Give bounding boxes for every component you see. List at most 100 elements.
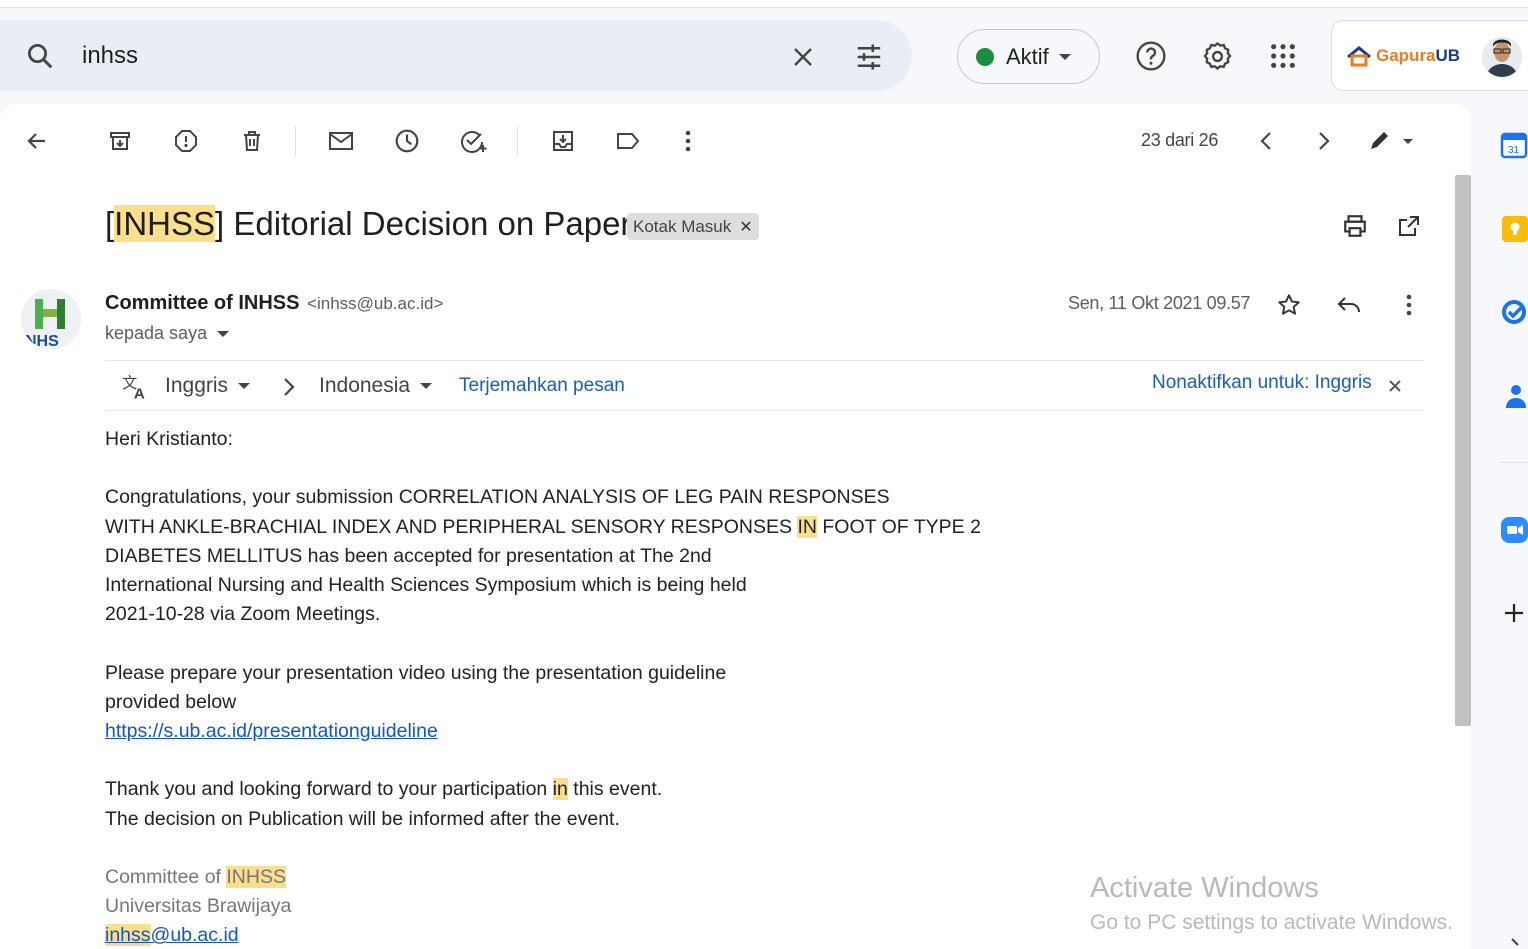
disable-translation-link[interactable]: Nonaktifkan untuk: Inggris xyxy=(1152,372,1372,394)
close-translate-icon[interactable] xyxy=(1385,376,1405,396)
scrollbar-thumb[interactable] xyxy=(1455,175,1471,726)
pager-count: 23 dari 26 xyxy=(1141,130,1219,150)
signature-text: Committee of xyxy=(105,865,227,888)
archive-icon[interactable] xyxy=(105,126,135,156)
move-to-icon[interactable] xyxy=(548,126,578,156)
remove-label-icon[interactable]: ✕ xyxy=(739,217,752,237)
target-language: Indonesia xyxy=(319,374,411,397)
body-line: Congratulations, your submission CORRELA… xyxy=(105,486,890,509)
recipient-text: kepada saya xyxy=(105,323,208,343)
top-border xyxy=(0,0,1528,8)
report-spam-icon[interactable] xyxy=(171,126,201,156)
calendar-icon[interactable]: 31 xyxy=(1499,130,1528,160)
body-line: Thank you and looking forward to your pa… xyxy=(105,775,981,804)
translate-icon: 文A xyxy=(120,372,150,402)
search-bar[interactable]: inhss xyxy=(0,20,912,91)
add-plus-icon[interactable] xyxy=(1499,598,1528,628)
label-icon[interactable] xyxy=(613,126,643,156)
inbox-label-chip: Kotak Masuk ✕ xyxy=(627,213,759,240)
toolbar-divider xyxy=(295,126,296,156)
account-switcher[interactable]: Gapura UB xyxy=(1331,20,1528,91)
body-line: provided below xyxy=(105,690,237,713)
target-language-dropdown[interactable]: Indonesia xyxy=(319,374,433,398)
side-panel-chevron-icon[interactable] xyxy=(1505,935,1525,949)
translate-message-link[interactable]: Terjemahkan pesan xyxy=(459,375,625,397)
chevron-right-icon xyxy=(279,374,299,400)
delete-trash-icon[interactable] xyxy=(237,126,267,156)
chevron-down-icon xyxy=(217,330,230,337)
search-highlight: INHSS xyxy=(226,865,286,888)
status-label: Aktif xyxy=(1006,43,1049,69)
greeting: Heri Kristianto: xyxy=(105,428,233,450)
back-arrow-icon[interactable] xyxy=(22,126,52,156)
search-icon[interactable] xyxy=(24,40,56,72)
sender-info: Committee of INHSS <inhss@ub.ac.id> xyxy=(105,292,443,315)
snooze-clock-icon[interactable] xyxy=(392,126,422,156)
message-date: Sen, 11 Okt 2021 09.57 xyxy=(1068,293,1251,313)
mark-unread-icon[interactable] xyxy=(326,126,356,156)
search-input[interactable]: inhss xyxy=(82,42,138,70)
body-line: Please prepare your presentation video u… xyxy=(105,661,727,684)
subject-bracket: [ xyxy=(105,205,115,242)
guideline-link[interactable]: https://s.ub.ac.id/presentationguideline xyxy=(105,720,438,742)
chevron-down-icon xyxy=(238,383,251,389)
brand-suffix: UB xyxy=(1435,46,1461,65)
activate-windows-title: Activate Windows xyxy=(1090,872,1319,904)
body-line: The decision on Publication will be info… xyxy=(105,807,620,830)
keep-notes-icon[interactable] xyxy=(1499,213,1528,245)
input-tools-pencil-icon[interactable] xyxy=(1365,126,1417,156)
settings-gear-icon[interactable] xyxy=(1199,38,1235,74)
organization-logo: Gapura UB xyxy=(1346,45,1460,67)
recipient-details[interactable]: kepada saya xyxy=(105,323,230,344)
user-avatar[interactable] xyxy=(1482,37,1522,77)
apps-grid-icon[interactable] xyxy=(1266,39,1300,73)
message-more-icon[interactable] xyxy=(1394,290,1424,320)
tasks-icon[interactable] xyxy=(1499,297,1528,327)
signature-line: Committee of INHSS xyxy=(105,863,981,892)
svg-text:31: 31 xyxy=(1508,145,1520,156)
sender-email: <inhss@ub.ac.id> xyxy=(307,294,444,313)
source-language: Inggris xyxy=(165,374,229,397)
chevron-down-icon xyxy=(420,383,433,389)
chevron-right-icon[interactable] xyxy=(1310,126,1338,156)
search-options-icon[interactable] xyxy=(852,40,886,74)
inbox-label-text: Kotak Masuk xyxy=(633,216,732,236)
chevron-left-icon[interactable] xyxy=(1252,126,1280,156)
star-icon[interactable] xyxy=(1274,290,1304,320)
activate-windows-subtitle: Go to PC settings to activate Windows. xyxy=(1090,911,1453,934)
search-highlight: IN xyxy=(797,515,817,538)
body-text: FOOT OF TYPE 2 xyxy=(816,515,981,538)
clear-search-icon[interactable] xyxy=(788,42,818,72)
signature-email-link[interactable]: inhss@ub.ac.id xyxy=(105,924,239,947)
brand-prefix: Gapura xyxy=(1376,46,1436,65)
source-language-dropdown[interactable]: Inggris xyxy=(165,374,251,398)
toolbar-divider xyxy=(517,126,518,156)
body-line: DIABETES MELLITUS has been accepted for … xyxy=(105,544,712,567)
zoom-icon[interactable] xyxy=(1499,514,1528,546)
print-icon[interactable] xyxy=(1340,211,1370,241)
open-new-window-icon[interactable] xyxy=(1394,211,1424,241)
subject-search-highlight: INHSS xyxy=(114,205,216,242)
contacts-icon[interactable] xyxy=(1499,380,1528,412)
body-text: Thank you and looking forward to your pa… xyxy=(105,778,553,801)
email-subject: [INHSS] Editorial Decision on Paper xyxy=(105,205,631,243)
body-line: WITH ANKLE-BRACHIAL INDEX AND PERIPHERAL… xyxy=(105,513,981,542)
svg-text:A: A xyxy=(134,386,145,401)
subject-text: ] Editorial Decision on Paper xyxy=(215,205,632,242)
message-body: Heri Kristianto: Congratulations, your s… xyxy=(105,425,981,949)
search-highlight: in xyxy=(552,778,568,801)
signature-line: Universitas Brawijaya xyxy=(105,895,292,918)
sender-name[interactable]: Committee of INHSS xyxy=(105,292,299,314)
add-to-tasks-icon[interactable] xyxy=(458,126,490,156)
more-vert-icon[interactable] xyxy=(673,126,703,156)
reply-icon[interactable] xyxy=(1334,290,1364,320)
status-dot xyxy=(976,47,994,66)
body-line: International Nursing and Health Science… xyxy=(105,574,747,596)
help-icon[interactable] xyxy=(1134,39,1168,73)
body-text: WITH ANKLE-BRACHIAL INDEX AND PERIPHERAL… xyxy=(105,515,798,538)
translate-bar: 文A Inggris Indonesia Terjemahkan pesan N… xyxy=(105,360,1424,411)
sender-avatar[interactable]: NHS xyxy=(21,289,81,349)
status-dropdown[interactable]: Aktif xyxy=(957,29,1100,84)
search-highlight: inhss xyxy=(105,924,151,947)
body-line: 2021-10-28 via Zoom Meetings. xyxy=(105,603,381,626)
